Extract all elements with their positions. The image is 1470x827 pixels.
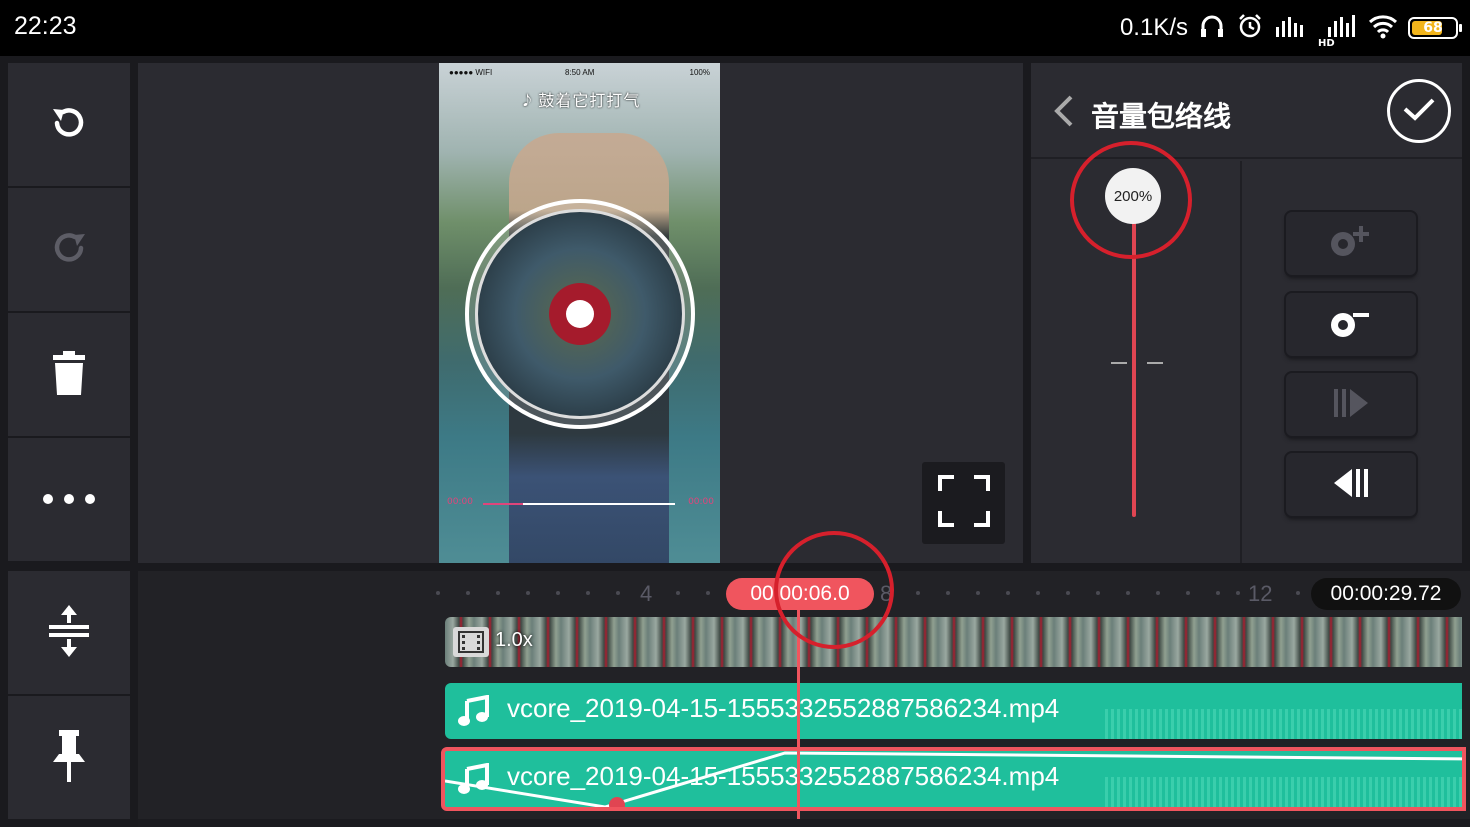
timeline-toolbar (8, 571, 130, 819)
video-signal: ●●●●● WIFI (449, 68, 493, 77)
ruler-label: 12 (1248, 581, 1273, 606)
delete-button[interactable] (8, 313, 130, 436)
audio-clip-label: vcore_2019-04-15-1555332552887586234.mp4 (507, 693, 1060, 723)
status-bar: 22:23 0.1K/s HD 68 (0, 0, 1470, 56)
ruler-dot (496, 591, 500, 595)
keyframe-add-icon (1325, 222, 1377, 266)
duration-badge: 00:00:29.72 (1311, 578, 1461, 610)
ruler-dot (556, 591, 560, 595)
next-keyframe-button[interactable] (1286, 373, 1416, 436)
ruler-dot (466, 591, 470, 595)
headphone-icon (1198, 12, 1226, 44)
ruler-dot (1296, 591, 1300, 595)
volume-envelope-panel: 音量包络线 200% (1031, 63, 1462, 563)
redo-button[interactable] (8, 188, 130, 311)
ruler-dot (436, 591, 440, 595)
ruler-dot (1156, 591, 1160, 595)
trash-icon (49, 349, 89, 401)
video-battery: 100% (689, 68, 710, 77)
add-keyframe-button[interactable] (1286, 212, 1416, 275)
battery-icon: 68 (1408, 17, 1462, 39)
undo-button[interactable] (8, 63, 130, 186)
signal-hd-icon: HD (1318, 11, 1358, 49)
music-note-icon (457, 762, 491, 799)
ruler-dot (586, 591, 590, 595)
check-icon (1402, 96, 1436, 126)
panel-title: 音量包络线 (1091, 100, 1232, 133)
more-icon (42, 490, 96, 509)
highlight-ring (774, 531, 894, 649)
audio-clip-selected[interactable]: vcore_2019-04-15-1555332552887586234.mp4 (441, 747, 1466, 811)
status-time: 22:23 (14, 12, 77, 40)
redo-icon (45, 224, 93, 276)
disc-dot (566, 300, 594, 328)
video-time: 8:50 AM (565, 68, 595, 77)
wifi-icon (1368, 13, 1398, 43)
ruler-dot (526, 591, 530, 595)
prev-keyframe-icon (1331, 465, 1371, 505)
ruler-label: 4 (640, 581, 653, 606)
film-icon (453, 627, 489, 657)
more-button[interactable] (8, 438, 130, 561)
envelope-keyframe[interactable] (609, 797, 625, 811)
video-preview[interactable]: ●●●●● WIFI 8:50 AM 100% 𝅘𝅥𝅮 鼓着它打打气 00:00… (439, 63, 720, 563)
video-clip[interactable]: 1.0x (445, 617, 1462, 667)
next-keyframe-icon (1331, 385, 1371, 425)
expand-vertical-icon (45, 603, 93, 663)
fullscreen-button[interactable] (922, 462, 1005, 544)
ruler-dot (616, 591, 620, 595)
ruler-dot (976, 591, 980, 595)
video-progress-fill (483, 503, 523, 505)
video-progress (483, 503, 675, 505)
music-note-icon (457, 694, 491, 731)
app-root: 22:23 0.1K/s HD 68 ●●●●● WIFI 8:50 AM 10… (0, 0, 1470, 827)
confirm-button[interactable] (1387, 79, 1451, 143)
net-speed: 0.1K/s (1119, 14, 1188, 41)
ruler-dot (1126, 591, 1130, 595)
ruler-dot (1096, 591, 1100, 595)
prev-keyframe-button[interactable] (1286, 453, 1416, 516)
volume-mark-right (1147, 362, 1163, 364)
preview-panel: ●●●●● WIFI 8:50 AM 100% 𝅘𝅥𝅮 鼓着它打打气 00:00… (138, 63, 1023, 563)
volume-slider-knob[interactable]: 200% (1105, 168, 1161, 224)
clip-speed: 1.0x (495, 629, 533, 651)
audio-clip[interactable]: vcore_2019-04-15-1555332552887586234.mp4 (445, 683, 1462, 739)
signal-icon (1274, 13, 1308, 43)
timeline-panel: 4 8 12 00:00:06.0 00:00:29.72 1.0x vcore… (138, 531, 1470, 827)
ruler-dot (676, 591, 680, 595)
ruler-dot (946, 591, 950, 595)
pin-icon (49, 728, 89, 788)
expand-tracks-button[interactable] (8, 571, 130, 694)
ruler-dot (706, 591, 710, 595)
ruler-dot (1236, 591, 1240, 595)
remove-keyframe-button[interactable] (1286, 293, 1416, 356)
volume-mark-left (1111, 362, 1127, 364)
video-caption: 𝅘𝅥𝅮 鼓着它打打气 (523, 91, 641, 110)
chevron-left-icon[interactable] (1051, 93, 1075, 133)
ruler-dot (1036, 591, 1040, 595)
alarm-icon (1236, 12, 1264, 44)
ruler-dot (1186, 591, 1190, 595)
left-toolbar (8, 63, 130, 563)
audio-clip-label: vcore_2019-04-15-1555332552887586234.mp4 (507, 761, 1060, 791)
video-progress-end: 00:00 (688, 497, 714, 507)
pin-button[interactable] (8, 696, 130, 819)
status-icons: 0.1K/s HD 68 (1119, 10, 1462, 49)
battery-level: 68 (1423, 20, 1443, 36)
ruler-dot (1066, 591, 1070, 595)
undo-icon (45, 99, 93, 151)
video-progress-start: 00:00 (447, 497, 473, 507)
ruler-dot (916, 591, 920, 595)
ruler-dot (1216, 591, 1220, 595)
panel-divider (1240, 161, 1242, 563)
video-phone-statusbar: ●●●●● WIFI 8:50 AM 100% (439, 63, 720, 81)
keyframe-remove-icon (1325, 303, 1377, 347)
fullscreen-icon (937, 475, 990, 531)
ruler-dot (1006, 591, 1010, 595)
hd-label: HD (1318, 38, 1335, 49)
panel-header: 音量包络线 (1031, 63, 1462, 159)
audio-waveform (1105, 709, 1462, 739)
